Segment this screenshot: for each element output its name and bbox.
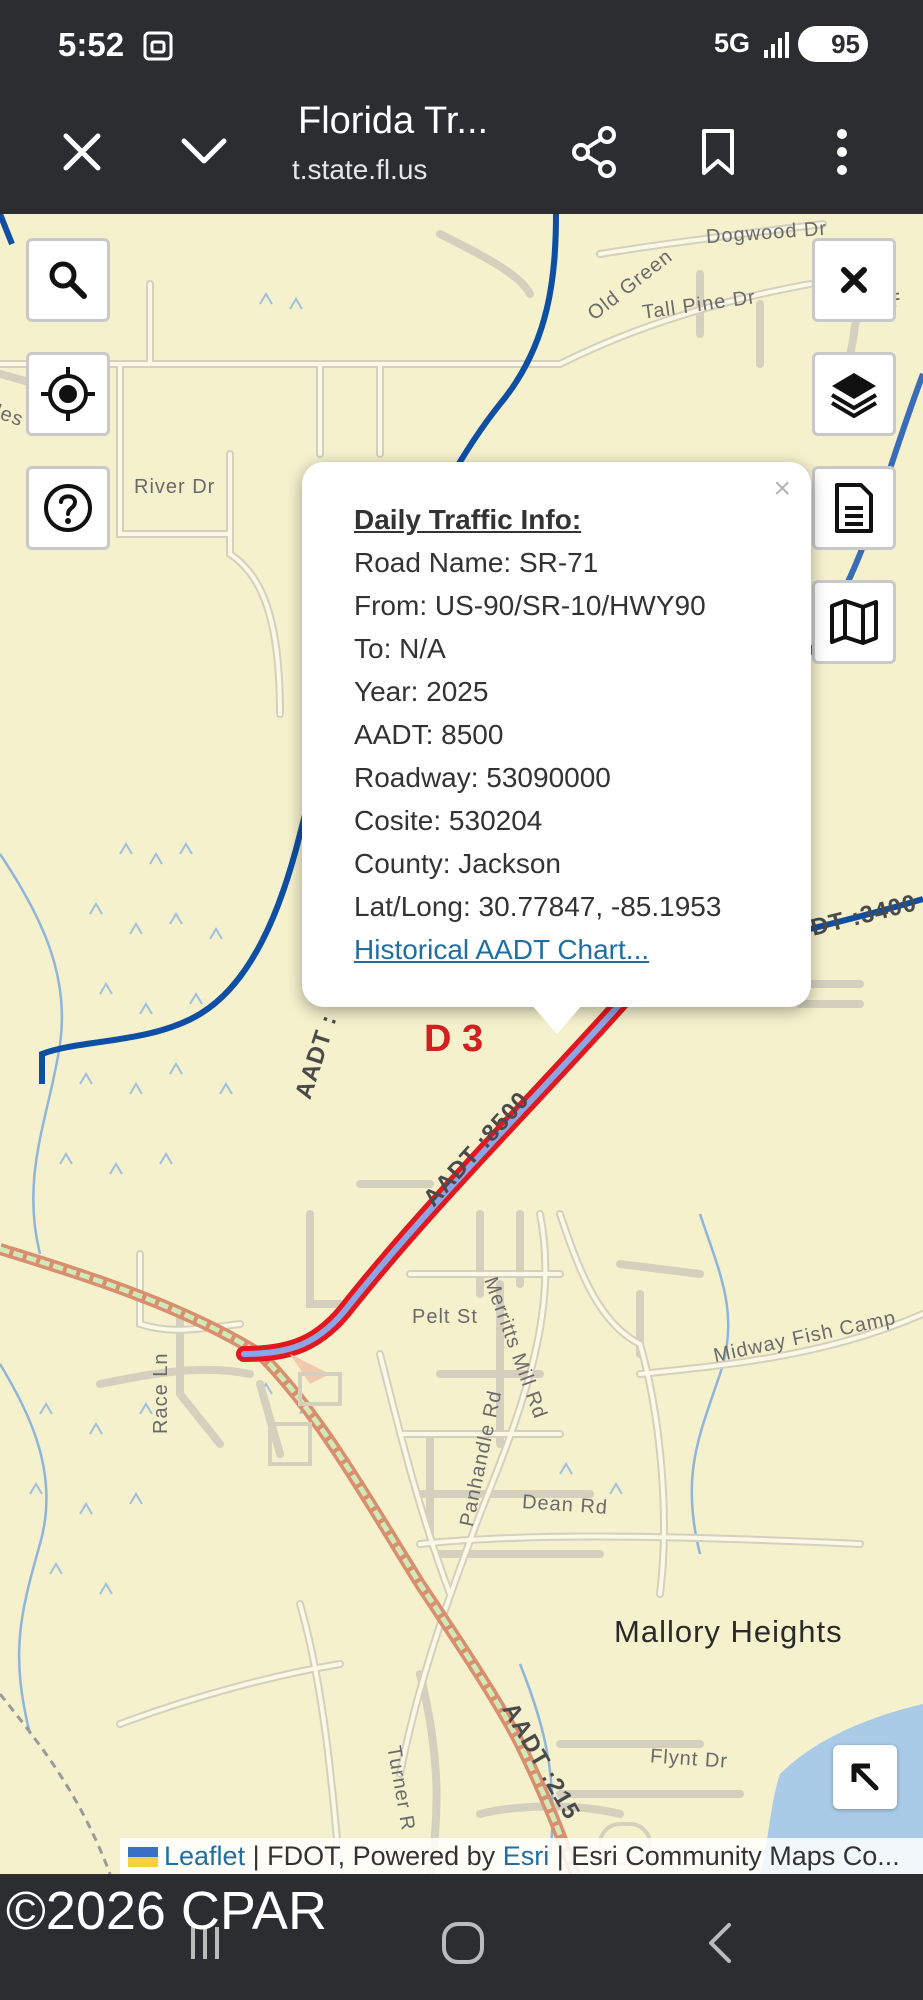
street-label: Race Ln [150,1352,172,1435]
more-vert-icon [837,129,847,175]
bookmark-icon [702,129,734,175]
close-icon [63,133,101,171]
traffic-info-popup: × Daily Traffic Info: Road Name: SR-71 F… [302,462,811,1007]
legend-button[interactable] [812,466,896,550]
attribution-text: | Esri Community Maps Co... [549,1841,900,1871]
popup-close-button[interactable]: × [773,472,791,506]
popup-cosite: Cosite: 530204 [354,805,543,836]
esri-link[interactable]: Esri [503,1841,550,1871]
popup-from: From: US-90/SR-10/HWY90 [354,590,706,621]
document-icon [835,483,873,533]
back-icon [709,1923,731,1963]
popup-to: To: N/A [354,633,446,664]
locate-button[interactable] [26,352,110,436]
close-icon [841,267,867,293]
battery-indicator: 95 [798,26,868,62]
street-label: Pelt St [412,1306,478,1328]
page-url[interactable]: t.state.fl.us [292,154,427,186]
attribution-text: | FDOT, Powered by [245,1841,503,1871]
basemap-button[interactable] [812,580,896,664]
layers-icon [830,373,878,418]
copyright-watermark: ©2026 CPAR [6,1881,327,1941]
status-bar: 5:52 5G 95 [0,0,923,90]
share-icon [572,126,616,178]
network-type: 5G [714,28,751,58]
arrow-up-left-icon [851,1763,879,1791]
place-label: Mallory Heights [614,1614,843,1649]
help-icon [44,484,92,532]
status-time: 5:52 [58,26,125,63]
close-panel-button[interactable] [812,238,896,322]
street-label: River Dr [134,476,216,498]
popup-tip [531,1004,583,1034]
expand-button[interactable] [833,1745,897,1809]
ukraine-flag-icon [128,1847,158,1867]
battery-level: 95 [831,28,860,59]
close-tab-button[interactable] [44,114,120,190]
popup-year: Year: 2025 [354,676,489,707]
help-button[interactable] [26,466,110,550]
locate-icon [41,367,95,421]
popup-aadt: AADT: 8500 [354,719,504,750]
browser-toolbar: Florida Tr... t.state.fl.us [0,90,923,214]
map-attribution: Leaflet | FDOT, Powered by Esri | Esri C… [120,1838,923,1874]
popup-latlong: Lat/Long: 30.77847, -85.1953 [354,891,722,922]
more-options-button[interactable] [804,114,880,190]
home-icon [442,1922,484,1964]
page-title[interactable]: Florida Tr... [298,100,488,143]
historical-aadt-chart-link[interactable]: Historical AADT Chart... [354,928,721,971]
leaflet-link[interactable]: Leaflet [164,1841,245,1871]
back-button[interactable] [686,1908,756,1978]
popup-roadway: Roadway: 53090000 [354,762,611,793]
bookmark-button[interactable] [680,114,756,190]
popup-county: County: Jackson [354,848,561,879]
search-button[interactable] [26,238,110,322]
popup-content: Daily Traffic Info: Road Name: SR-71 Fro… [354,498,721,971]
share-button[interactable] [556,114,632,190]
signal-icon [764,32,789,58]
popup-title: Daily Traffic Info: [354,504,582,535]
chevron-down-icon [181,138,227,164]
search-icon [49,261,87,299]
minimize-button[interactable] [166,114,242,190]
map-icon [830,599,878,645]
layers-button[interactable] [812,352,896,436]
screenshot-icon [143,31,173,61]
popup-road-name: Road Name: SR-71 [354,547,599,578]
district-label: D 3 [424,1018,484,1060]
home-button[interactable] [428,1908,498,1978]
